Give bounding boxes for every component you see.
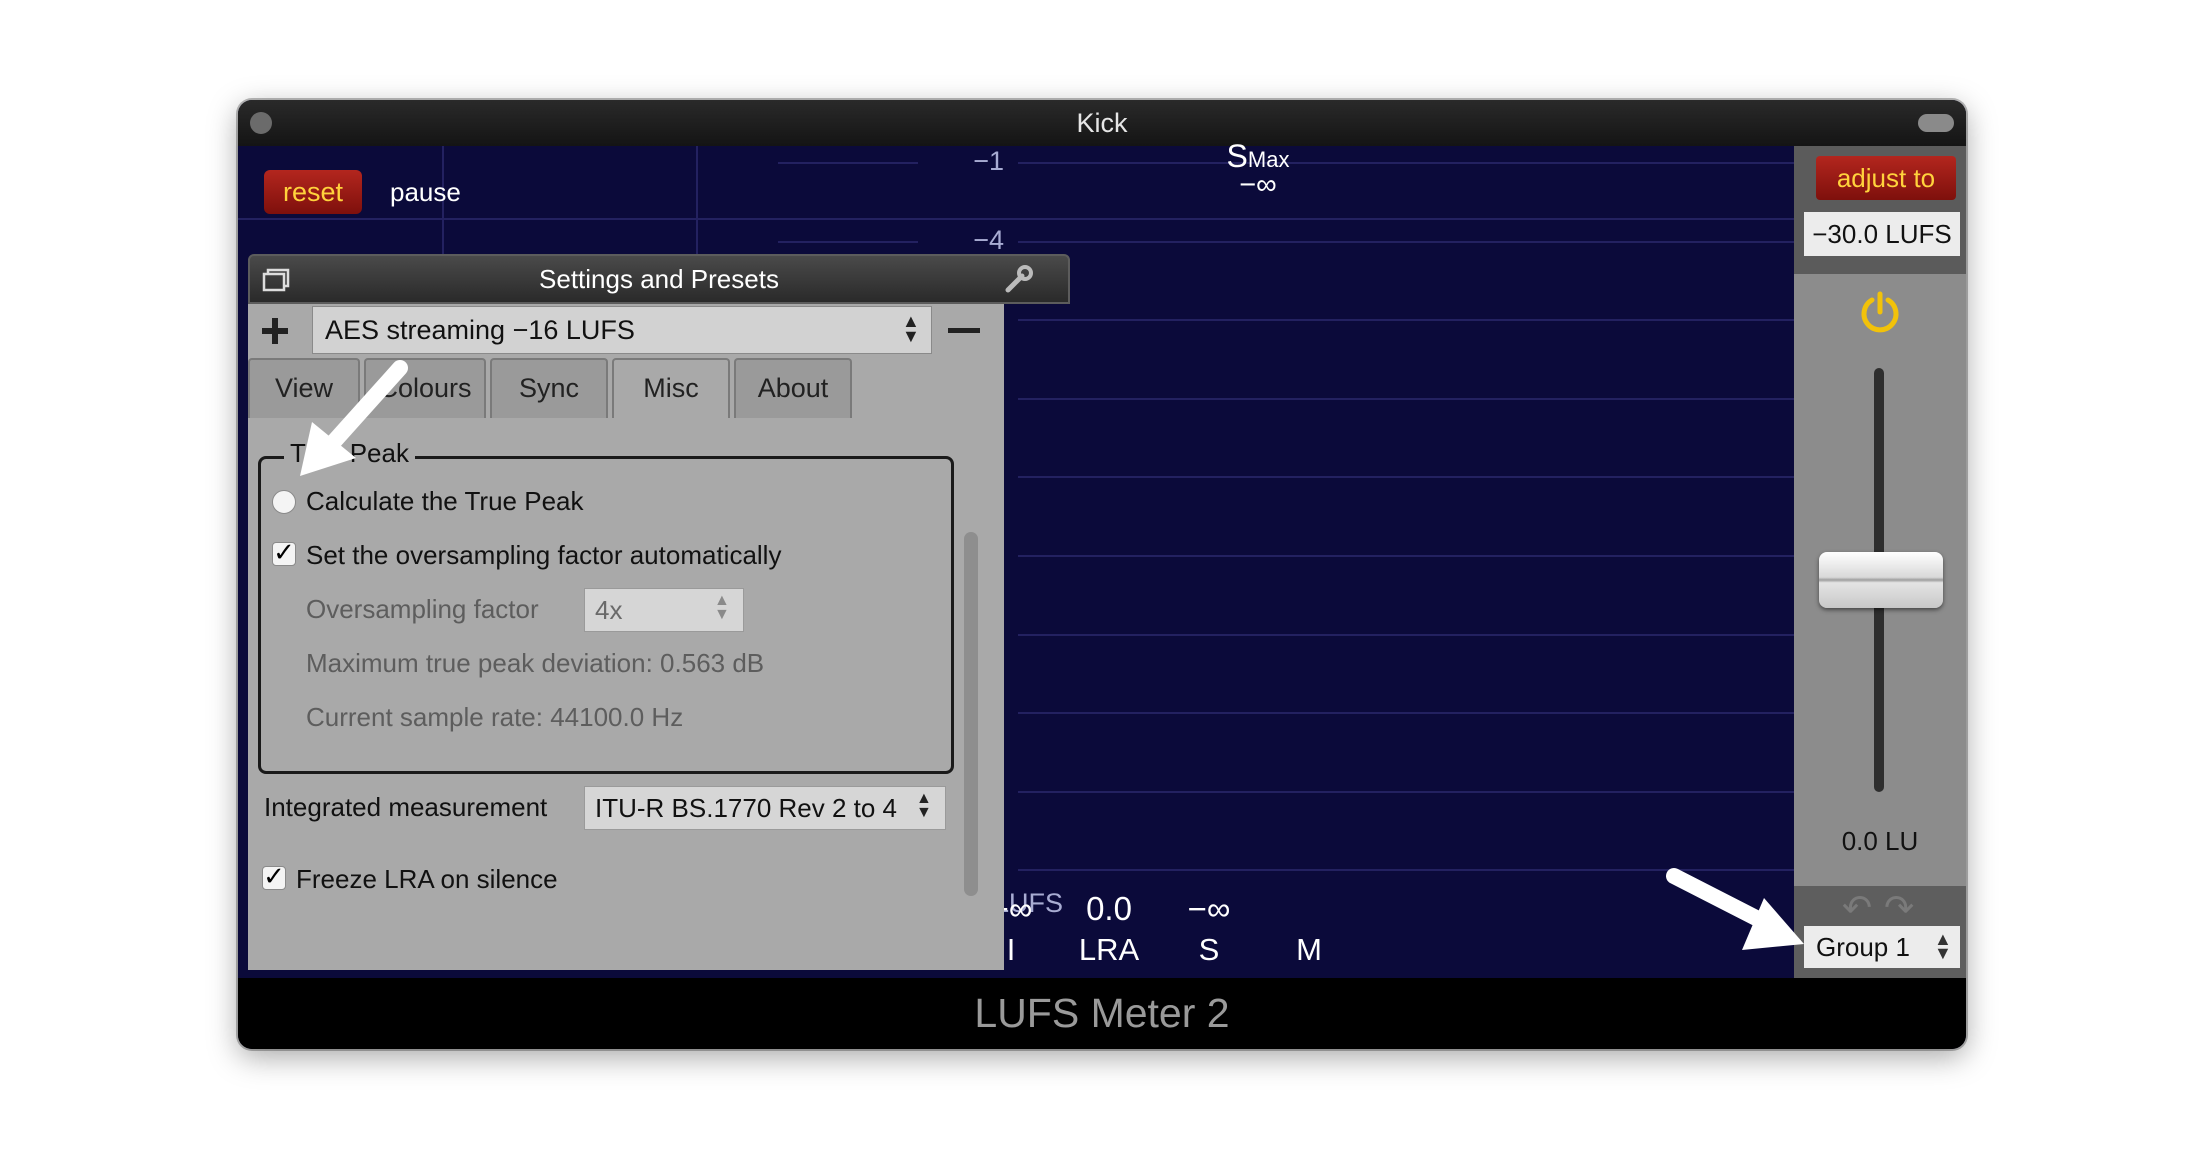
calculate-true-peak-radio[interactable] bbox=[272, 490, 296, 514]
tab-misc[interactable]: Misc bbox=[612, 358, 730, 418]
scale-tick-label: −1 bbox=[973, 146, 1004, 176]
scale-grid-line bbox=[1018, 712, 1794, 715]
preset-stepper-icon[interactable]: ▲ ▼ bbox=[902, 312, 920, 345]
preset-select-value: AES streaming −16 LUFS bbox=[325, 315, 635, 345]
meter-momentary-label: M bbox=[1296, 932, 1322, 967]
preset-select[interactable]: AES streaming −16 LUFS bbox=[312, 306, 932, 354]
window-title: Kick bbox=[1076, 108, 1128, 138]
scale-grid-line bbox=[1018, 240, 1794, 243]
smax-display: SMax −∞ bbox=[1198, 138, 1318, 202]
scale-grid-line bbox=[1018, 476, 1794, 479]
tab-about[interactable]: About bbox=[734, 358, 852, 418]
scale-grid-line bbox=[1018, 162, 1794, 164]
scale-grid-line bbox=[1018, 790, 1794, 793]
tab-sync[interactable]: Sync bbox=[490, 358, 608, 418]
oversampling-factor-label: Oversampling factor bbox=[306, 594, 539, 624]
gain-readout: 0.0 LU bbox=[1841, 826, 1919, 856]
wrench-icon[interactable] bbox=[1004, 264, 1034, 294]
target-loudness-field[interactable]: −30.0 LUFS bbox=[1804, 212, 1960, 256]
freeze-lra-checkbox[interactable]: ✓ bbox=[262, 863, 286, 890]
reset-button[interactable]: reset bbox=[264, 170, 362, 214]
oversampling-auto-checkbox[interactable]: ✓ bbox=[272, 539, 296, 566]
integrated-stepper-icon[interactable]: ▲ ▼ bbox=[916, 791, 932, 821]
meter-lra-label: LRA bbox=[1078, 932, 1140, 967]
scale-grid-line bbox=[1018, 397, 1794, 400]
settings-scrollbar[interactable] bbox=[964, 532, 978, 896]
scale-grid-line bbox=[1018, 633, 1794, 636]
group-stepper-icon[interactable]: ▲ ▼ bbox=[1934, 930, 1952, 962]
calculate-true-peak-label: Calculate the True Peak bbox=[306, 486, 584, 516]
annotation-arrow-icon bbox=[1666, 868, 1804, 950]
smax-value: −∞ bbox=[1239, 169, 1277, 201]
add-preset-icon[interactable] bbox=[258, 314, 292, 348]
adjust-to-button[interactable]: adjust to bbox=[1816, 156, 1956, 200]
scale-grid-line bbox=[778, 162, 918, 164]
integrated-measurement-value: ITU-R BS.1770 Rev 2 to 4 bbox=[595, 793, 898, 823]
freeze-lra-label: Freeze LRA on silence bbox=[296, 864, 558, 894]
annotation-arrow-icon bbox=[300, 360, 408, 476]
undo-icon[interactable]: ↶ bbox=[1842, 890, 1878, 926]
gain-fader-knob[interactable] bbox=[1819, 552, 1943, 608]
power-icon[interactable] bbox=[1858, 290, 1902, 334]
oversampling-auto-label: Set the oversampling factor automaticall… bbox=[306, 540, 782, 570]
pause-button[interactable]: pause bbox=[390, 170, 461, 214]
group-select-value: Group 1 bbox=[1816, 932, 1910, 962]
scale-grid-line bbox=[1018, 555, 1794, 557]
redo-icon[interactable]: ↷ bbox=[1884, 890, 1920, 926]
sample-rate-text: Current sample rate: 44100.0 Hz bbox=[306, 702, 684, 732]
scale-tick-label: −4 bbox=[973, 224, 1004, 255]
grid-line bbox=[238, 218, 1794, 220]
detach-window-icon[interactable] bbox=[262, 268, 290, 292]
scale-grid-line bbox=[778, 240, 918, 243]
settings-title: Settings and Presets bbox=[539, 264, 779, 294]
max-deviation-text: Maximum true peak deviation: 0.563 dB bbox=[306, 648, 765, 678]
meter-short-term-value: −∞ bbox=[1187, 890, 1231, 927]
oversampling-stepper-icon[interactable]: ▲ ▼ bbox=[714, 593, 730, 623]
meter-lra-value: 0.0 bbox=[1086, 890, 1132, 927]
integrated-measurement-select[interactable]: ITU-R BS.1770 Rev 2 to 4 bbox=[584, 786, 946, 830]
oversampling-factor-value: 4x bbox=[595, 595, 623, 625]
integrated-measurement-label: Integrated measurement bbox=[264, 792, 548, 822]
product-name: LUFS Meter 2 bbox=[974, 990, 1230, 1036]
meter-short-term-label: S bbox=[1198, 932, 1220, 967]
scale-grid-line bbox=[1018, 319, 1794, 322]
remove-preset-icon[interactable] bbox=[948, 328, 980, 333]
